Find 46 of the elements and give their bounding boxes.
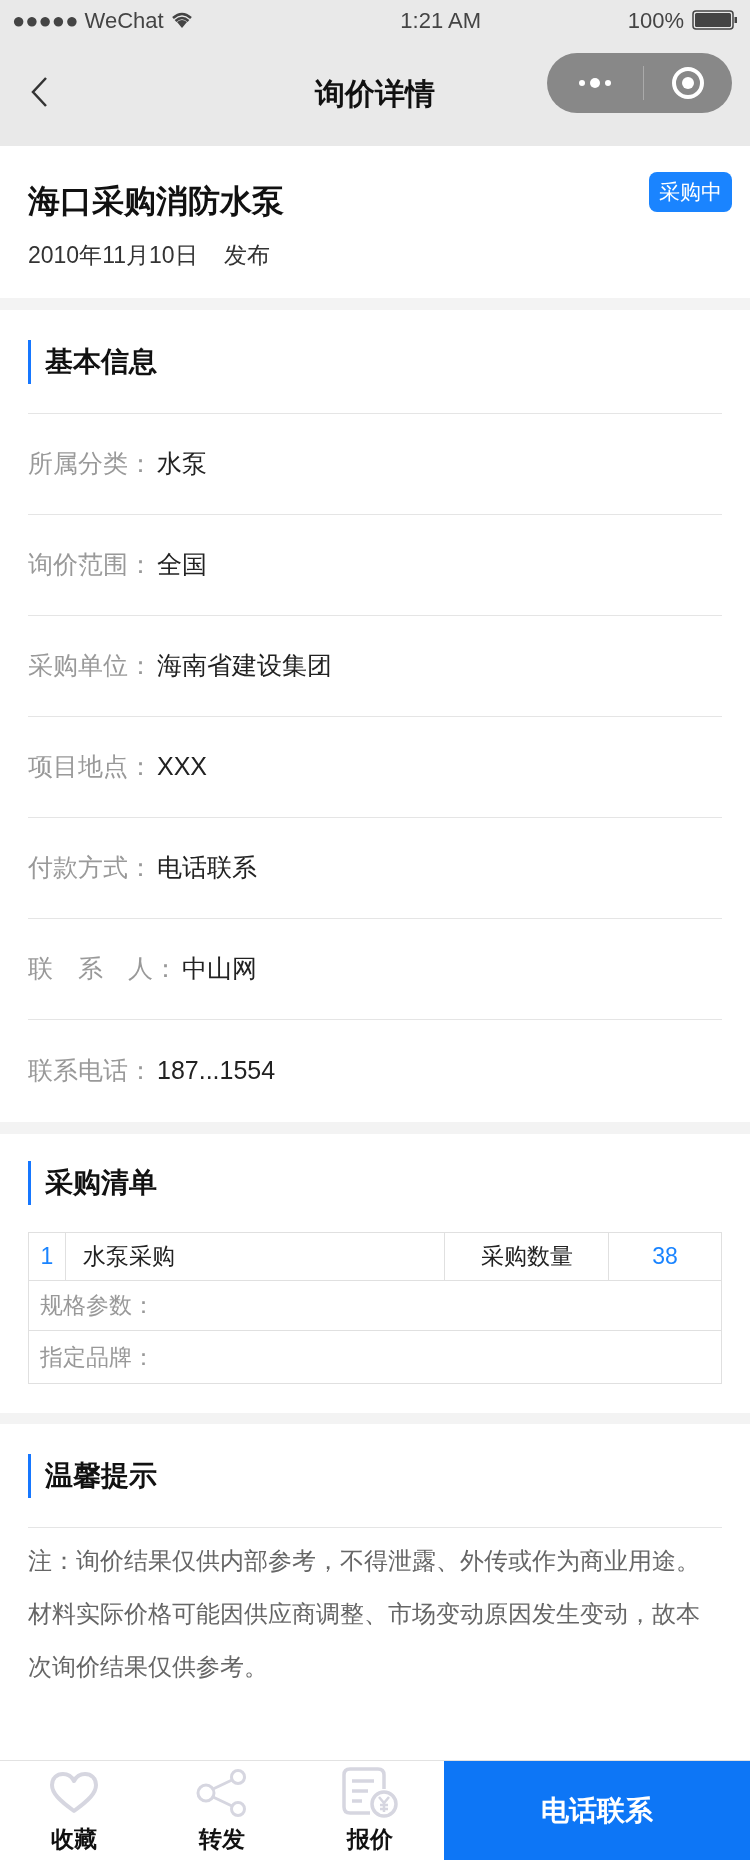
accent-bar [28, 1453, 31, 1498]
field-value: 水泵 [157, 448, 207, 480]
field-label: 询价范围： [28, 549, 153, 581]
accent-bar [28, 339, 31, 384]
call-button[interactable]: 电话联系 [444, 1761, 750, 1860]
field-label: 所属分类： [28, 448, 153, 480]
field-value: 海南省建设集团 [157, 650, 332, 682]
quantity-label: 采购数量 [445, 1233, 609, 1280]
section-title: 采购清单 [45, 1166, 157, 1200]
field-value: 187...1554 [157, 1054, 276, 1086]
item-index: 1 [29, 1233, 66, 1280]
battery-icon [692, 10, 738, 30]
more-icon [578, 77, 612, 89]
toolbar-tab[interactable]: 收藏 [0, 1761, 148, 1860]
field-label: 付款方式： [28, 852, 153, 884]
target-icon [671, 66, 705, 100]
section-title: 基本信息 [45, 344, 157, 379]
battery-percent: 100% [627, 6, 684, 35]
field-value: 中山网 [182, 953, 257, 985]
field-label: 联 系 人： [28, 953, 178, 985]
back-icon [30, 76, 48, 108]
status-time: 1:21 AM [400, 6, 482, 35]
publish-date: 2010年11月10日 [28, 241, 198, 270]
section-title: 温馨提示 [45, 1458, 157, 1493]
receipt-icon [342, 1767, 398, 1819]
field-value: XXX [157, 751, 208, 783]
item-title: 海口采购消防水泵 [28, 182, 284, 221]
share-icon [196, 1769, 248, 1817]
brand-label: 指定品牌： [40, 1342, 155, 1372]
field-value: 全国 [157, 549, 207, 581]
accent-bar [28, 1161, 31, 1205]
page-title: 询价详情 [315, 75, 435, 112]
status-badge: 采购中 [649, 172, 732, 212]
field-value: 电话联系 [157, 852, 257, 884]
toolbar-tab[interactable]: 转发 [148, 1761, 296, 1860]
field-label: 项目地点： [28, 751, 153, 783]
quantity-value: 38 [651, 1242, 679, 1272]
toolbar-tab[interactable]: 报价 [296, 1761, 444, 1860]
spec-label: 规格参数： [40, 1291, 155, 1321]
item-name: 水泵采购 [66, 1233, 445, 1280]
publish-label: 发布 [223, 241, 270, 270]
heart-icon [49, 1772, 99, 1814]
carrier-label: ●●●●● WeChat [12, 6, 164, 35]
field-label: 采购单位： [28, 650, 153, 682]
notice-text: 注：询价结果仅供内部参考，不得泄露、外传或作为商业用途。材料实际价格可能因供应商调整、市场变动原因发生变动，故本次询价结果仅供参考。 [28, 1546, 701, 1682]
field-label: 联系电话： [28, 1054, 153, 1086]
